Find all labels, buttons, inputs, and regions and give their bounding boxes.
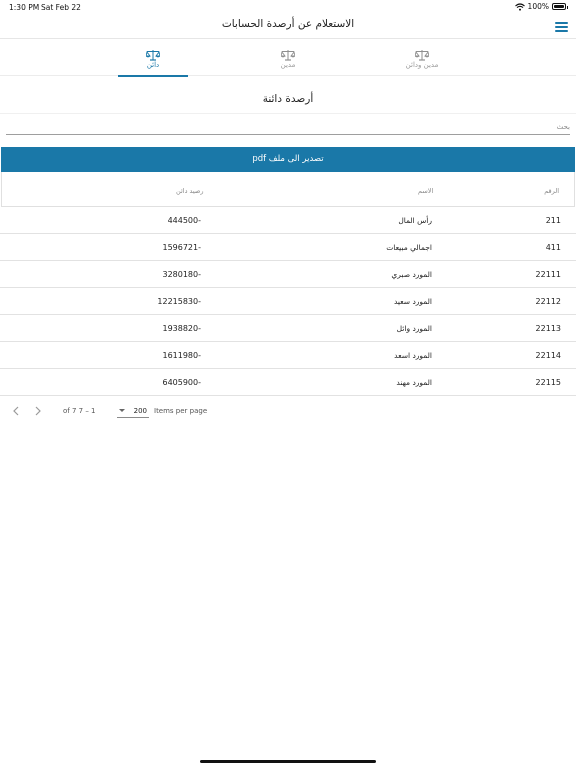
table-row[interactable]: 411 اجمالي مبيعات 1596721-	[0, 234, 576, 261]
tab-debit[interactable]: مدين	[238, 40, 338, 76]
tab-debit-credit[interactable]: مدين ودائن	[372, 40, 472, 76]
cell-name: رأس المال	[398, 216, 432, 225]
cell-number: 22113	[535, 324, 561, 333]
cell-name: المورد سعيد	[393, 297, 432, 306]
table-body: 211 رأس المال 444500- 411 اجمالي مبيعات …	[0, 207, 576, 396]
home-indicator	[200, 760, 376, 763]
cell-name: المورد مهند	[396, 378, 432, 387]
table-row[interactable]: 22115 المورد مهند 6405900-	[0, 369, 576, 396]
column-header-number[interactable]: الرقم	[544, 187, 559, 195]
wifi-icon	[514, 2, 525, 11]
section-title: أرصدة دائنة	[262, 93, 314, 105]
cell-number: 22114	[535, 351, 561, 360]
table-row[interactable]: 22114 المورد اسعد 1611980-	[0, 342, 576, 369]
tab-label: مدين ودائن	[405, 61, 439, 69]
cell-name: المورد وائل	[396, 324, 432, 333]
table-row[interactable]: 22113 المورد وائل 1938820-	[0, 315, 576, 342]
tab-label: دائن	[146, 61, 160, 69]
tab-bar: مدين ودائن مدين دائن	[0, 40, 576, 77]
cell-balance: 6405900-	[162, 378, 201, 387]
page-size-value: 200	[133, 407, 147, 415]
column-header-name[interactable]: الاسم	[418, 187, 433, 195]
chevron-right-icon[interactable]	[33, 405, 43, 417]
paginator: of 7 7 – 1 200 Items per page	[0, 403, 576, 421]
divider	[0, 113, 576, 114]
status-right: 100%	[514, 2, 568, 11]
status-bar: 1:30 PM Sat Feb 22 100%	[0, 0, 576, 14]
cell-number: 411	[545, 243, 561, 252]
table-row[interactable]: 22111 المورد صبري 3280180-	[0, 261, 576, 288]
active-tab-indicator	[118, 75, 188, 77]
table-row[interactable]: 22112 المورد سعيد 12215830-	[0, 288, 576, 315]
tab-label: مدين	[280, 61, 296, 69]
status-date: Sat Feb 22	[41, 3, 81, 12]
items-per-page-label: Items per page	[154, 407, 208, 415]
tab-credit[interactable]: دائن	[103, 40, 203, 77]
scale-icon	[281, 50, 295, 61]
cell-number: 22115	[535, 378, 561, 387]
cell-number: 22111	[535, 270, 561, 279]
cell-name: اجمالي مبيعات	[386, 243, 432, 252]
nav-header: الاستعلام عن أرصدة الحسابات	[0, 14, 576, 39]
scale-icon	[415, 50, 429, 61]
page-size-select[interactable]: 200	[117, 404, 149, 418]
chevron-left-icon[interactable]	[11, 405, 21, 417]
export-pdf-button[interactable]: تصدير الى ملف pdf	[1, 147, 575, 172]
status-time: 1:30 PM	[9, 3, 40, 12]
column-header-balance[interactable]: رصيد دائن	[176, 187, 204, 195]
battery-icon	[552, 3, 568, 10]
cell-balance: 1611980-	[162, 351, 201, 360]
table-header: الرقم الاسم رصيد دائن	[1, 172, 575, 207]
page-range-label: of 7 7 – 1	[63, 407, 96, 415]
cell-balance: 1596721-	[162, 243, 201, 252]
cell-balance: 1938820-	[162, 324, 201, 333]
dropdown-arrow-icon	[119, 409, 125, 412]
battery-percent: 100%	[527, 2, 549, 11]
page-title: الاستعلام عن أرصدة الحسابات	[221, 18, 355, 30]
cell-name: المورد اسعد	[394, 351, 432, 360]
table-row[interactable]: 211 رأس المال 444500-	[0, 207, 576, 234]
cell-number: 211	[545, 216, 561, 225]
cell-balance: 444500-	[167, 216, 201, 225]
cell-balance: 3280180-	[162, 270, 201, 279]
scale-icon	[146, 50, 160, 61]
hamburger-menu-icon[interactable]	[555, 22, 568, 32]
cell-name: المورد صبري	[391, 270, 432, 279]
cell-balance: 12215830-	[157, 297, 201, 306]
cell-number: 22112	[535, 297, 561, 306]
search-input[interactable]	[6, 120, 570, 135]
